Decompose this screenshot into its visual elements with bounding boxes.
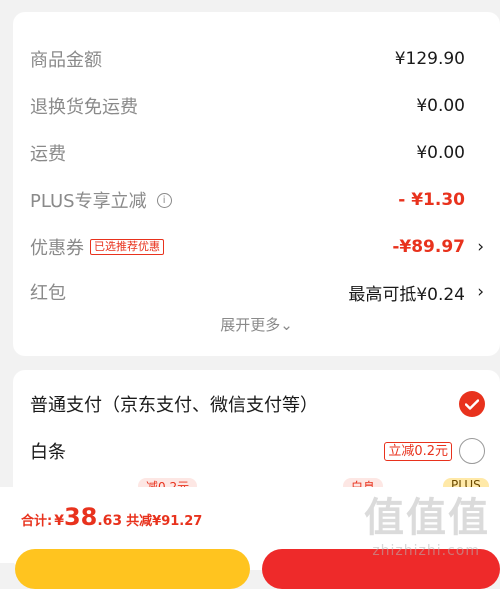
total-saved: 共减¥91.27 (126, 514, 203, 529)
payment-option-label: 白条 (30, 442, 66, 463)
secondary-action-button[interactable] (15, 549, 250, 589)
radio-circle-icon[interactable] (459, 438, 485, 464)
summary-label: PLUS专享立减 i (30, 187, 172, 213)
summary-label: 优惠券 已选推荐优惠 (30, 234, 164, 260)
info-icon[interactable]: i (156, 192, 172, 208)
expand-more-button[interactable]: 展开更多⌄ (13, 314, 500, 335)
total-label: 合计: (21, 514, 53, 529)
total-decimal: .63 (97, 513, 123, 529)
summary-label: 红包 (30, 283, 66, 304)
total-integer: 38 (63, 503, 98, 531)
payment-option-normal[interactable]: 普通支付（京东支付、微信支付等） (13, 387, 500, 421)
order-summary-card: 商品金额 ¥129.90 退换货免运费 ¥0.00 运费 ¥0.00 PLUS专… (13, 12, 500, 356)
checkmark-icon[interactable] (459, 391, 485, 417)
watermark-text: zhizhizhi.com (372, 543, 480, 559)
plus-discount-label: PLUS专享立减 (30, 191, 147, 212)
total-currency: ¥ (54, 513, 64, 529)
recommended-coupon-tag: 已选推荐优惠 (90, 239, 164, 255)
summary-value: ¥129.90 (394, 49, 465, 69)
chevron-right-icon: › (477, 237, 484, 257)
summary-row-shipping: 运费 ¥0.00 (13, 138, 500, 168)
summary-value: ¥0.00 (416, 96, 465, 116)
summary-value: 最高可抵¥0.24 (348, 284, 465, 305)
summary-row-return-shipping: 退换货免运费 ¥0.00 (13, 91, 500, 121)
summary-row-red-packet[interactable]: 红包 最高可抵¥0.24 › (13, 277, 500, 307)
payment-option-baitiao[interactable]: 白条 立减0.2元 (13, 434, 500, 468)
chevron-right-icon: › (477, 282, 484, 302)
summary-value: -¥89.97 (392, 237, 465, 257)
summary-label: 退换货免运费 (30, 97, 138, 118)
summary-value: - ¥1.30 (398, 190, 465, 210)
discount-tag: 立减0.2元 (384, 441, 452, 461)
watermark-logo: 值值值 (364, 495, 490, 541)
summary-value: ¥0.00 (416, 143, 465, 163)
coupon-label: 优惠券 (30, 238, 84, 259)
summary-label: 运费 (30, 144, 66, 165)
total-summary: 合计: ¥ 38 .63 共减¥91.27 (21, 503, 202, 531)
summary-row-plus-discount: PLUS专享立减 i - ¥1.30 (13, 185, 500, 215)
summary-label: 商品金额 (30, 50, 102, 71)
payment-option-label: 普通支付（京东支付、微信支付等） (30, 395, 318, 416)
summary-row-coupon[interactable]: 优惠券 已选推荐优惠 -¥89.97 › (13, 232, 500, 262)
summary-row-goods-amount: 商品金额 ¥129.90 (13, 44, 500, 74)
